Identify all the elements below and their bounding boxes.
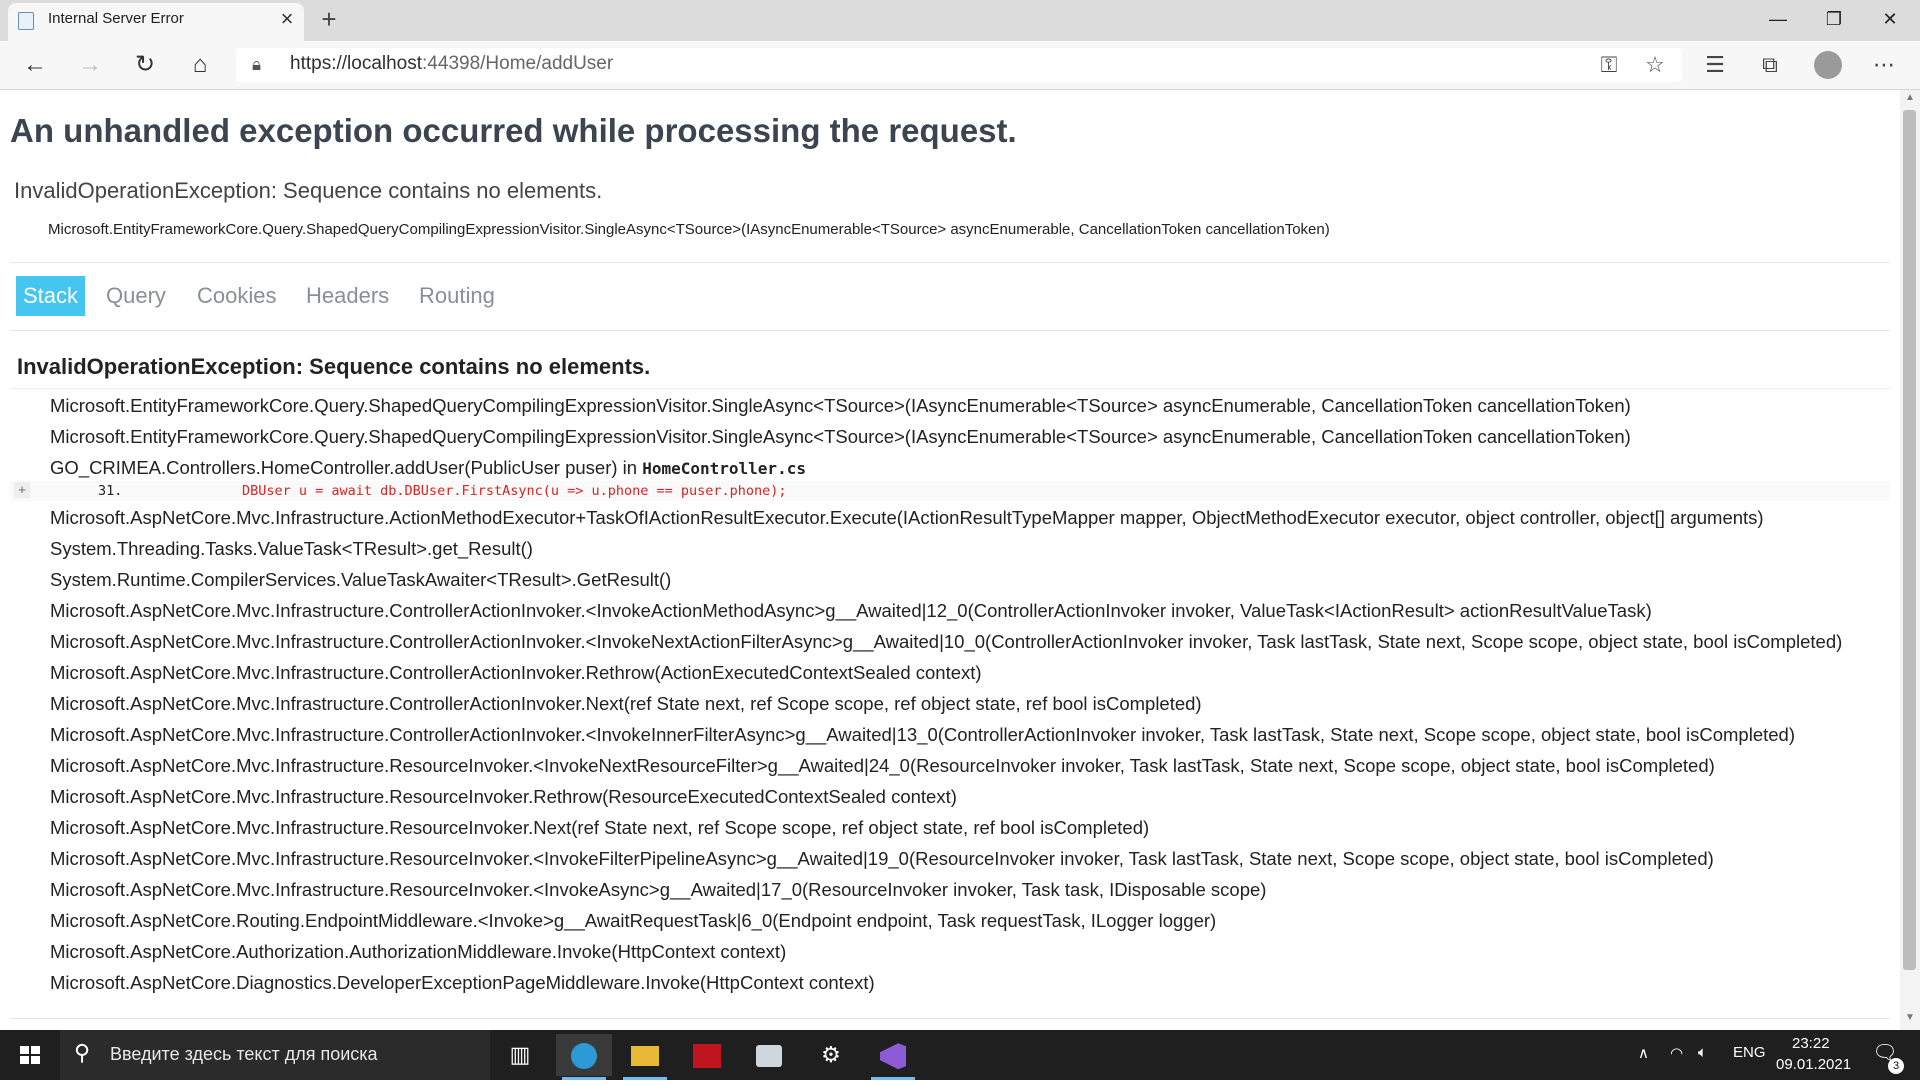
stack-frame: Microsoft.AspNetCore.Diagnostics.Develop… <box>50 972 875 993</box>
divider <box>10 388 1890 389</box>
stack-frame: Microsoft.AspNetCore.Mvc.Infrastructure.… <box>50 662 982 683</box>
forward-icon[interactable]: → <box>72 47 108 83</box>
divider <box>10 1018 1890 1019</box>
search-icon: ⚲ <box>74 1040 91 1065</box>
lock-icon[interactable]: 🔒︎ <box>252 55 261 75</box>
exception-title: InvalidOperationException: Sequence cont… <box>14 178 603 203</box>
app-icon[interactable] <box>679 1034 735 1076</box>
stack-frame: Microsoft.AspNetCore.Mvc.Infrastructure.… <box>50 693 1202 714</box>
stack-frame: Microsoft.AspNetCore.Mvc.Infrastructure.… <box>50 755 1715 776</box>
tab-query[interactable]: Query <box>99 276 173 316</box>
collections-icon[interactable]: ⧉ <box>1752 47 1788 83</box>
more-icon[interactable]: ⋯ <box>1866 47 1902 83</box>
home-icon[interactable]: ⌂ <box>182 47 218 83</box>
stack-frame: Microsoft.AspNetCore.Mvc.Infrastructure.… <box>50 879 1267 900</box>
language-indicator[interactable]: ENG <box>1733 1044 1766 1061</box>
stack-frame: System.Runtime.CompilerServices.ValueTas… <box>50 569 672 590</box>
stack-frame: Microsoft.AspNetCore.Routing.EndpointMid… <box>50 910 1217 931</box>
stack-frame: Microsoft.AspNetCore.Mvc.Infrastructure.… <box>50 724 1795 745</box>
stack-frame: System.Threading.Tasks.ValueTask<TResult… <box>50 538 533 559</box>
expand-icon[interactable]: + <box>14 482 30 498</box>
stack-frame: Microsoft.AspNetCore.Mvc.Infrastructure.… <box>50 631 1843 652</box>
stack-frame: Microsoft.AspNetCore.Authorization.Autho… <box>50 941 787 962</box>
stack-frame: Microsoft.AspNetCore.Mvc.Infrastructure.… <box>50 600 1652 621</box>
stack-heading: InvalidOperationException: Sequence cont… <box>17 354 651 379</box>
tab-close-icon[interactable]: × <box>272 4 302 34</box>
tab-stack[interactable]: Stack <box>16 276 86 316</box>
key-icon[interactable]: ⚿ <box>1591 47 1627 83</box>
scrollbar-thumb[interactable] <box>1903 110 1916 970</box>
clock-time[interactable]: 23:22 <box>1792 1035 1830 1052</box>
new-tab-icon[interactable]: + <box>314 4 344 34</box>
stack-frame: Microsoft.AspNetCore.Mvc.Infrastructure.… <box>50 786 957 807</box>
star-icon[interactable]: ☆ <box>1637 47 1673 83</box>
stack-frame: Microsoft.AspNetCore.Mvc.Infrastructure.… <box>50 848 1714 869</box>
clock-date[interactable]: 09.01.2021 <box>1776 1056 1851 1073</box>
favorites-icon[interactable]: ☰ <box>1697 47 1733 83</box>
url-path: :44398/Home/addUser <box>422 53 614 74</box>
network-icon[interactable]: ◠ <box>1670 1044 1683 1062</box>
divider <box>10 262 1890 263</box>
notification-count-badge: 3 <box>1888 1058 1904 1074</box>
frame-method: GO_CRIMEA.Controllers.HomeController.add… <box>50 457 643 478</box>
stack-frame: Microsoft.EntityFrameworkCore.Query.Shap… <box>50 426 1631 447</box>
stack-frame-user: GO_CRIMEA.Controllers.HomeController.add… <box>50 457 806 479</box>
page-favicon-icon <box>18 12 34 30</box>
url-text[interactable]: https://localhost:44398/Home/addUser <box>290 53 613 75</box>
scroll-down-icon[interactable]: ▼ <box>1900 1012 1920 1026</box>
restore-icon[interactable]: ❐ <box>1806 0 1862 38</box>
app2-icon[interactable] <box>741 1034 797 1076</box>
source-code-text: DBUser u = await db.DBUser.FirstAsync(u … <box>242 483 787 499</box>
tab-routing[interactable]: Routing <box>412 276 502 316</box>
frame-file: HomeController.cs <box>642 459 806 478</box>
profile-icon[interactable] <box>1814 51 1842 79</box>
volume-icon[interactable]: 🔈︎ <box>1698 1044 1707 1061</box>
page-title: An unhandled exception occurred while pr… <box>10 112 1017 149</box>
back-icon[interactable]: ← <box>17 47 53 83</box>
tab-headers[interactable]: Headers <box>299 276 396 316</box>
refresh-icon[interactable]: ↻ <box>127 47 163 83</box>
exception-location: Microsoft.EntityFrameworkCore.Query.Shap… <box>48 221 1330 238</box>
explorer-icon[interactable] <box>617 1034 673 1076</box>
stack-frame: Microsoft.AspNetCore.Mvc.Infrastructure.… <box>50 507 1764 528</box>
close-window-icon[interactable]: ✕ <box>1862 0 1918 38</box>
url-scheme: https:// <box>290 53 348 74</box>
scroll-up-icon[interactable]: ▲ <box>1900 92 1920 106</box>
chevron-up-icon[interactable]: ∧ <box>1638 1044 1649 1062</box>
stack-frame: Microsoft.AspNetCore.Mvc.Infrastructure.… <box>50 817 1150 838</box>
edge-icon[interactable] <box>556 1034 612 1076</box>
tab-cookies[interactable]: Cookies <box>190 276 283 316</box>
visual-studio-icon[interactable] <box>865 1034 921 1076</box>
minimize-icon[interactable]: — <box>1750 0 1806 38</box>
url-host: localhost <box>347 53 423 74</box>
divider <box>10 330 1890 331</box>
task-view-icon[interactable]: ▥ <box>492 1034 548 1076</box>
settings-icon[interactable]: ⚙ <box>803 1034 859 1076</box>
windows-start-icon[interactable] <box>0 1030 60 1080</box>
tab-title: Internal Server Error <box>48 10 184 27</box>
line-number: 31. <box>98 483 123 499</box>
stack-frame: Microsoft.EntityFrameworkCore.Query.Shap… <box>50 395 1631 416</box>
taskbar-search-placeholder: Введите здесь текст для поиска <box>110 1044 378 1064</box>
